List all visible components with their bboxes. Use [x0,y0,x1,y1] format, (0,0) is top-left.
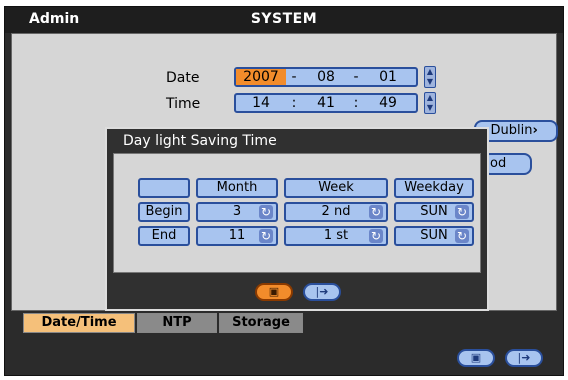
time-sep: : [353,95,359,111]
arrow-down-icon: ▼ [426,77,434,86]
dst-dialog: Day light Saving Time Month Week Weekday… [105,127,489,311]
begin-month-value: 3 [232,204,242,219]
begin-week-value: 2 nd [321,204,351,219]
time-field[interactable]: 14 : 41 : 49 [234,93,418,113]
date-label: Date [166,70,200,86]
time-hour[interactable]: 14 [236,95,286,111]
exit-button[interactable]: |➜ [505,349,543,367]
method-value: od [490,156,507,171]
end-week-spinner[interactable]: 1 st ↻ [284,226,388,246]
timezone-value: : Dublin [482,123,533,138]
dialog-exit-button[interactable]: |➜ [303,283,341,301]
date-day[interactable]: 01 [368,69,408,85]
time-label: Time [166,96,201,112]
refresh-icon: ↻ [369,229,383,243]
header-weekday: Weekday [394,178,474,198]
begin-weekday-spinner[interactable]: SUN ↻ [394,202,474,222]
refresh-icon: ↻ [259,205,273,219]
end-month-value: 11 [228,228,246,243]
header-week: Week [284,178,388,198]
begin-month-spinner[interactable]: 3 ↻ [196,202,278,222]
refresh-icon: ↻ [259,229,273,243]
date-updown-button[interactable]: ▲ ▼ [424,66,436,88]
tab-storage[interactable]: Storage [219,313,303,333]
tab-date-time[interactable]: Date/Time [23,313,135,333]
date-year[interactable]: 2007 [236,69,286,85]
date-sep: - [353,69,359,85]
end-week-value: 1 st [323,228,349,243]
exit-icon: |➜ [315,285,329,298]
window-title: SYSTEM [250,11,318,27]
arrow-up-icon: ▲ [426,93,434,102]
system-window: Admin SYSTEM Date 2007 - 08 - 01 ▲ ▼ Tim… [4,6,564,376]
arrow-down-icon: ▼ [426,103,434,112]
time-sep: : [291,95,297,111]
time-minute[interactable]: 41 [306,95,346,111]
begin-weekday-value: SUN [420,204,448,219]
corner-cell [138,178,190,198]
time-second[interactable]: 49 [368,95,408,111]
date-field[interactable]: 2007 - 08 - 01 [234,67,418,87]
dialog-body: Month Week Weekday Begin 3 ↻ 2 nd ↻ SUN … [113,153,481,273]
dialog-save-button[interactable]: ▣ [255,283,293,301]
save-icon: ▣ [268,285,280,298]
time-updown-button[interactable]: ▲ ▼ [424,92,436,114]
title-bar: Admin SYSTEM [5,7,563,33]
chevron-right-icon: › [532,123,538,138]
save-button[interactable]: ▣ [457,349,495,367]
end-weekday-spinner[interactable]: SUN ↻ [394,226,474,246]
exit-icon: |➜ [517,351,531,364]
tab-ntp[interactable]: NTP [137,313,217,333]
dialog-title: Day light Saving Time [123,133,277,149]
end-weekday-value: SUN [420,228,448,243]
date-month[interactable]: 08 [306,69,346,85]
save-icon: ▣ [470,351,482,364]
header-month: Month [196,178,278,198]
method-select[interactable]: od [482,153,532,175]
row-label-end: End [138,226,190,246]
date-sep: - [291,69,297,85]
refresh-icon: ↻ [455,229,469,243]
begin-week-spinner[interactable]: 2 nd ↻ [284,202,388,222]
arrow-up-icon: ▲ [426,67,434,76]
row-label-begin: Begin [138,202,190,222]
end-month-spinner[interactable]: 11 ↻ [196,226,278,246]
refresh-icon: ↻ [455,205,469,219]
refresh-icon: ↻ [369,205,383,219]
